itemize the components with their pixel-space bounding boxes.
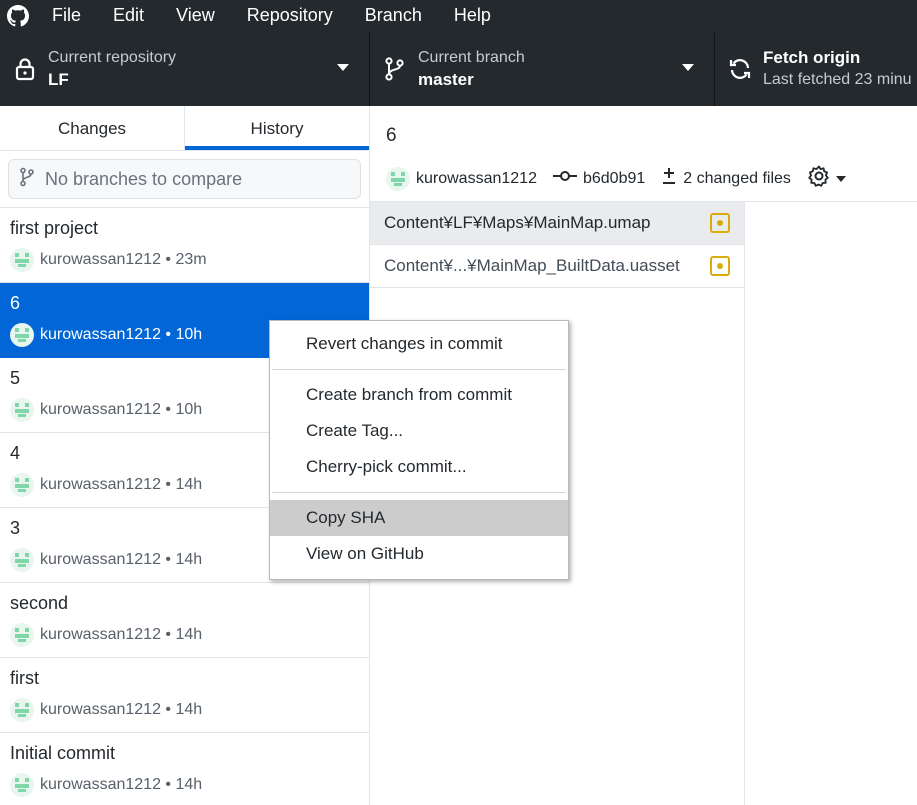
file-path: Content¥...¥MainMap_BuiltData.uasset [384,256,680,275]
commit-sha-value: b6d0b91 [582,169,646,187]
branch-compare-placeholder: No branches to compare [45,168,243,189]
last-fetched-status: Last fetched 23 minu [763,70,912,88]
commit-title: Initial commit [10,743,116,763]
branch-compare-input[interactable]: No branches to compare [8,159,361,199]
menu-file[interactable]: File [36,0,97,31]
commit-settings-button[interactable] [807,164,847,193]
chevron-down-icon [337,64,349,71]
diff-icon [661,167,677,190]
menu-copy-sha[interactable]: Copy SHA [270,500,568,536]
gear-icon [807,164,831,193]
commit-author-time: kurowassan1212 • 14h [40,476,203,493]
commit-author-name: kurowassan1212 [416,169,537,187]
menu-create-branch[interactable]: Create branch from commit [270,377,568,413]
fetch-origin-button[interactable]: Fetch origin Last fetched 23 minu [715,31,917,106]
commit-author-time: kurowassan1212 • 10h [40,401,203,418]
tab-changes[interactable]: Changes [0,106,185,150]
avatar [10,623,34,647]
commit-list-item[interactable]: second kurowassan1212 • 14h [0,583,369,658]
menu-revert-changes[interactable]: Revert changes in commit [270,326,568,362]
menu-cherry-pick[interactable]: Cherry-pick commit... [270,449,568,485]
commit-list-item[interactable]: Initial commit kurowassan1212 • 14h [0,733,369,805]
current-repository-label: Current repository [48,48,177,66]
avatar [10,773,34,797]
fetch-origin-label: Fetch origin [763,47,861,67]
file-modified-icon [710,213,730,233]
menu-edit[interactable]: Edit [97,0,160,31]
menu-bar: File Edit View Repository Branch Help [0,0,917,31]
menu-branch[interactable]: Branch [349,0,438,31]
commit-author-time: kurowassan1212 • 14h [40,701,203,718]
git-branch-icon [370,56,418,81]
avatar [10,473,34,497]
commit-summary-header: 6 kurowassan1212 b6d0b91 2 changed files [370,106,917,202]
current-branch-name: master [418,69,474,89]
avatar [10,323,34,347]
commit-detail-title: 6 [386,125,397,146]
commit-list-item[interactable]: first kurowassan1212 • 14h [0,658,369,733]
current-branch-button[interactable]: Current branch master [370,31,715,106]
commit-context-menu: Revert changes in commit Create branch f… [269,320,569,580]
menu-divider [272,369,566,370]
lock-icon [0,57,48,81]
menu-help[interactable]: Help [438,0,507,31]
menu-repository[interactable]: Repository [231,0,349,31]
toolbar: Current repository LF Current branch mas… [0,31,917,106]
current-repository-button[interactable]: Current repository LF [0,31,370,106]
commit-title: second [10,593,69,613]
avatar [10,548,34,572]
menu-view-on-github[interactable]: View on GitHub [270,536,568,572]
commit-list-item[interactable]: first project kurowassan1212 • 23m [0,208,369,283]
commit-author-time: kurowassan1212 • 14h [40,776,203,793]
commit-sha[interactable]: b6d0b91 [552,169,646,188]
current-branch-label: Current branch [418,48,525,66]
menu-view[interactable]: View [160,0,231,31]
commit-author: kurowassan1212 [386,166,537,191]
changed-file-item-selected[interactable]: Content¥LF¥Maps¥MainMap.umap [370,202,744,245]
avatar [386,166,410,191]
avatar [10,398,34,422]
commit-author-time: kurowassan1212 • 23m [40,251,207,268]
file-path: Content¥LF¥Maps¥MainMap.umap [384,213,651,232]
changed-files-count: 2 changed files [661,167,791,190]
menu-create-tag[interactable]: Create Tag... [270,413,568,449]
file-modified-icon [710,256,730,276]
chevron-down-icon [682,64,694,71]
avatar [10,248,34,272]
git-branch-icon [19,167,35,192]
github-logo-icon [0,0,36,31]
commit-title: first [10,668,39,688]
current-repository-name: LF [48,69,69,89]
sync-icon [715,57,763,81]
commit-author-time: kurowassan1212 • 10h [40,326,203,343]
commit-author-time: kurowassan1212 • 14h [40,626,203,643]
commit-author-time: kurowassan1212 • 14h [40,551,203,568]
git-commit-icon [552,169,577,188]
changed-files-label: 2 changed files [683,169,791,187]
commit-title: 6 [10,293,21,313]
branch-compare-area: No branches to compare [0,151,369,208]
tab-history[interactable]: History [185,106,369,150]
menu-divider [272,492,566,493]
changed-file-item[interactable]: Content¥...¥MainMap_BuiltData.uasset [370,245,744,288]
sidebar-tabs: Changes History [0,106,369,151]
commit-title: first project [10,218,99,238]
chevron-down-icon [835,170,847,188]
avatar [10,698,34,722]
